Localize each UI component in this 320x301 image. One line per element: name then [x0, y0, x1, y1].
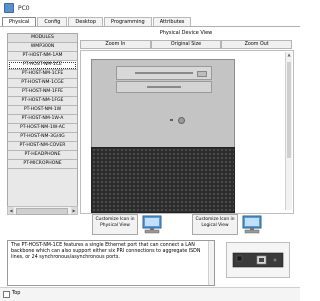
customize-physical-button[interactable]: Customize Icon in Physical View [92, 214, 138, 235]
module-item[interactable]: PT-HOST-NM-1AM [8, 52, 77, 61]
scroll-right-icon[interactable]: ▶ [71, 207, 77, 214]
module-image [226, 242, 290, 278]
zoom-toolbar: Zoom In Original Size Zoom Out [80, 40, 293, 49]
bottom-bar: Top [0, 287, 300, 301]
module-item[interactable]: PT-HOST-NM-1CFE [8, 70, 77, 79]
module-item[interactable]: PT-HOST-NM-1W [8, 106, 77, 115]
pc-icon [142, 215, 162, 234]
zoom-in-button[interactable]: Zoom In [80, 40, 151, 49]
modules-horizontal-scrollbar[interactable]: ◀ ▶ [7, 206, 78, 215]
app-icon [4, 3, 14, 13]
pc-tower-image [91, 59, 235, 213]
tab-divider [0, 26, 300, 27]
device-view-canvas[interactable]: ▲ [80, 50, 294, 214]
module-description-text: The PT-HOST-NM-1CE features a single Eth… [11, 243, 201, 260]
module-item[interactable]: PT-HEADPHONE [8, 151, 77, 160]
scroll-up-icon[interactable]: ▲ [286, 52, 292, 58]
top-checkbox-label: Top [12, 290, 21, 296]
modules-header: MODULES [8, 34, 77, 43]
module-item[interactable]: PT-MICROPHONE [8, 160, 77, 169]
original-size-button[interactable]: Original Size [150, 40, 222, 49]
tab-bar: Physical Config Desktop Programming Attr… [2, 17, 192, 27]
description-scrollbar[interactable] [208, 241, 214, 285]
module-item[interactable]: WMP300N [8, 43, 77, 52]
title-bar: PC0 [0, 0, 300, 16]
customize-logical-button[interactable]: Customize Icon in Logical View [192, 214, 238, 235]
floppy-drive-bay [116, 81, 212, 93]
physical-view-title: Physical Device View [159, 30, 213, 36]
activity-led [170, 119, 173, 121]
view-vertical-scrollbar[interactable]: ▲ [285, 52, 292, 210]
zoom-out-button[interactable]: Zoom Out [221, 40, 293, 49]
pc-icon [242, 215, 262, 234]
scroll-thumb[interactable] [16, 208, 68, 215]
module-item[interactable]: PT-HOST-NM-1W-AC [8, 124, 77, 133]
module-item-selected[interactable]: PT-HOST-NM-1CE [8, 61, 77, 70]
scroll-thumb[interactable] [287, 62, 291, 158]
modules-list: MODULES WMP300N PT-HOST-NM-1AM PT-HOST-N… [7, 33, 78, 207]
module-item[interactable]: PT-HOST-NM-1W-A [8, 115, 77, 124]
pc-case-front [91, 59, 235, 149]
power-button-icon[interactable] [178, 117, 185, 124]
module-item[interactable]: PT-HOST-NM-1FFE [8, 88, 77, 97]
window-title: PC0 [18, 4, 30, 12]
top-checkbox[interactable] [3, 291, 10, 298]
module-description: The PT-HOST-NM-1CE features a single Eth… [7, 240, 215, 286]
optical-drive-bay [116, 66, 212, 80]
module-item[interactable]: PT-HOST-NM-1FGE [8, 97, 77, 106]
expansion-slot-grill [91, 147, 235, 213]
module-item[interactable]: PT-HOST-NM-1CGE [8, 79, 77, 88]
module-item[interactable]: PT-HOST-NM-3G/4G [8, 133, 77, 142]
module-item[interactable]: PT-HOST-NM-COVER [8, 142, 77, 151]
scroll-left-icon[interactable]: ◀ [8, 207, 14, 214]
